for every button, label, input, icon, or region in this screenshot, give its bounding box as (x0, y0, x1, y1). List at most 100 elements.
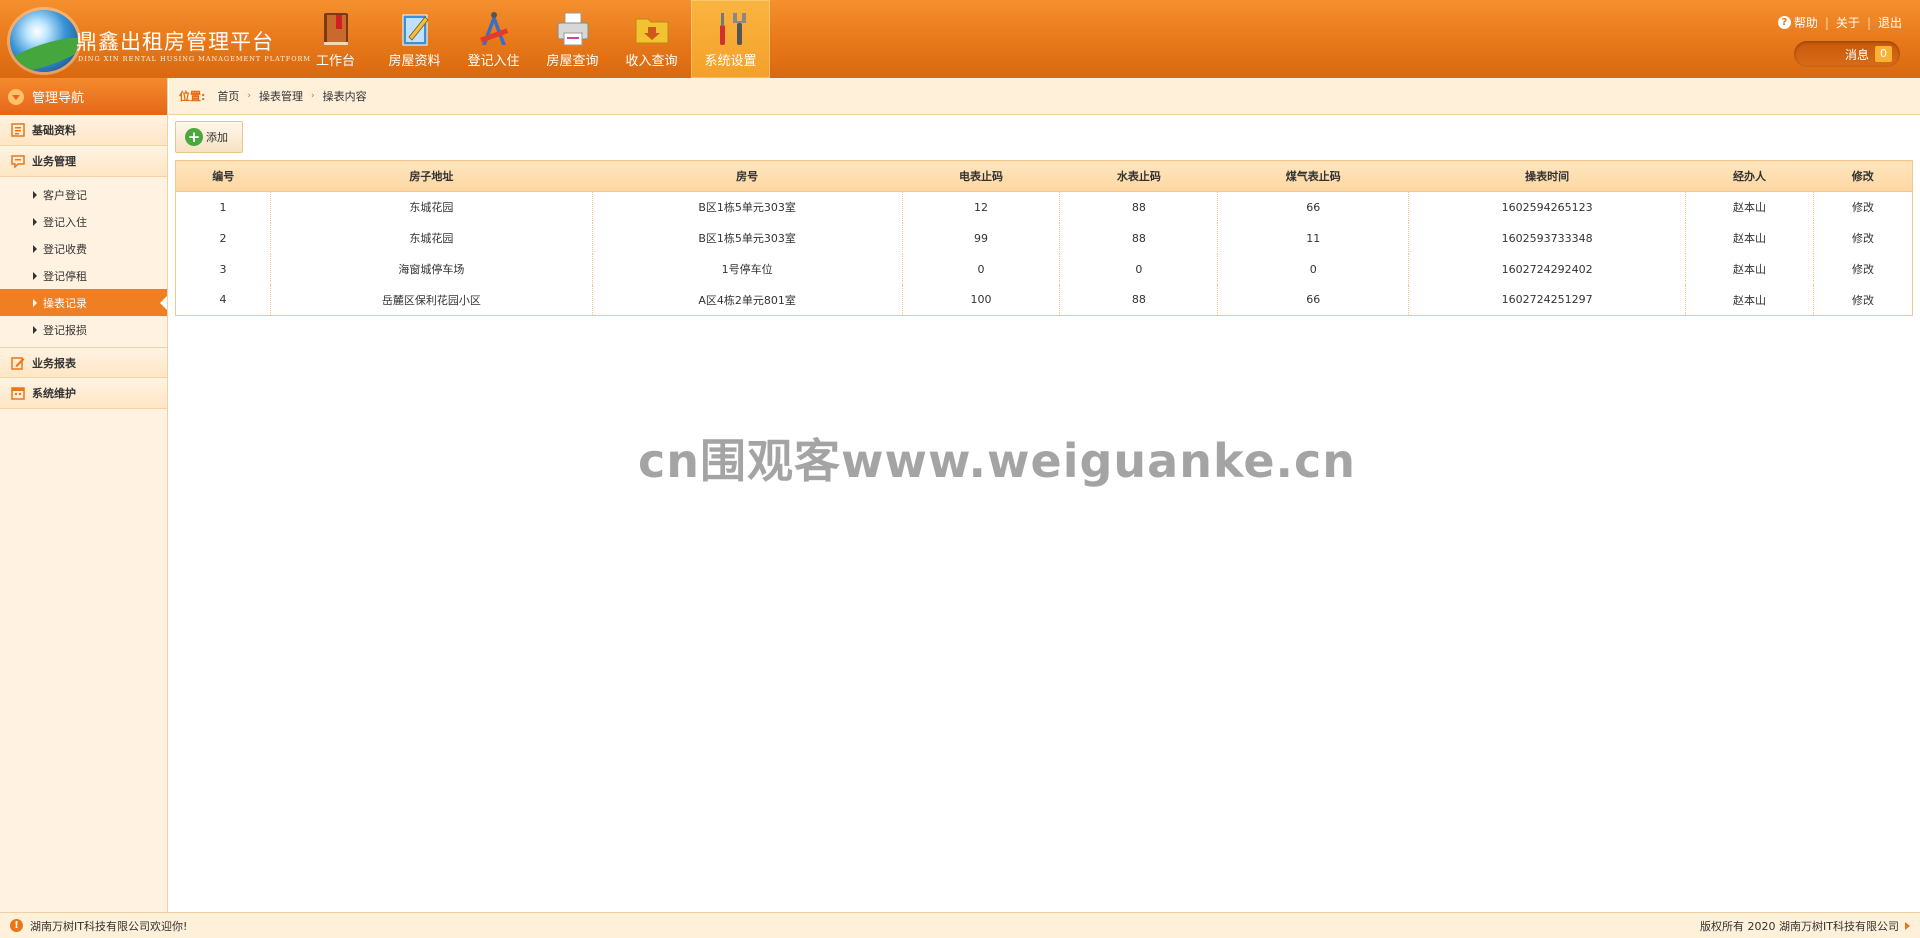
cell-water: 88 (1059, 284, 1219, 316)
status-footer: ! 湖南万树IT科技有限公司欢迎你! 版权所有 2020 湖南万树IT科技有限公… (0, 912, 1920, 938)
cell-room: B区1栋5单元303室 (592, 191, 903, 223)
column-header: 水表止码 (1059, 160, 1218, 192)
cell-operator: 赵本山 (1685, 191, 1814, 223)
table-row: 4 岳麓区保利花园小区 A区4栋2单元801室 100 88 66 160272… (175, 284, 1913, 316)
cell-operator: 赵本山 (1685, 284, 1814, 316)
cell-address: 东城花园 (270, 191, 593, 223)
app-subtitle: DING XIN RENTAL HUSING MANAGEMENT PLATFO… (78, 55, 312, 63)
sidebar-item-damage-report[interactable]: 登记报损 (0, 316, 167, 343)
topnav-label: 收入查询 (625, 54, 678, 69)
cell-room: B区1栋5单元303室 (592, 222, 903, 254)
sidebar-group-label: 业务管理 (32, 155, 76, 168)
sidebar-group-label: 基础资料 (32, 124, 76, 137)
breadcrumb-label: 位置: (179, 90, 206, 103)
cell-gas: 11 (1217, 222, 1410, 254)
breadcrumb: 位置: 首页 › 操表管理 › 操表内容 (169, 78, 1920, 115)
sidebar-group-business[interactable]: 业务管理 (0, 146, 167, 177)
edit-link[interactable]: 修改 (1852, 232, 1874, 245)
sidebar-header[interactable]: 管理导航 (0, 78, 167, 115)
copyright-text: 版权所有 2020 湖南万树IT科技有限公司 (1700, 919, 1899, 933)
cell-electric: 12 (902, 191, 1061, 223)
cell-electric: 99 (902, 222, 1061, 254)
cell-time: 1602724292402 (1408, 253, 1687, 285)
edit-icon (11, 356, 25, 370)
sidebar-group-label: 业务报表 (32, 356, 76, 370)
cell-operator: 赵本山 (1685, 253, 1814, 285)
sidebar-item-stop-rent[interactable]: 登记停租 (0, 262, 167, 289)
topnav-income-query[interactable]: 收入查询 (612, 0, 691, 78)
cell-id: 2 (175, 222, 271, 254)
sidebar-item-label: 登记收费 (43, 242, 87, 256)
sidebar-submenu: 客户登记 登记入住 登记收费 登记停租 操表记录 登记报损 (0, 177, 167, 347)
list-icon (11, 123, 25, 137)
breadcrumb-home[interactable]: 首页 (217, 88, 239, 104)
sidebar-item-label: 客户登记 (43, 188, 87, 202)
help-link[interactable]: 帮助 (1794, 14, 1818, 31)
message-label: 消息 (1844, 47, 1869, 62)
add-button[interactable]: + 添加 (175, 121, 243, 153)
edit-link[interactable]: 修改 (1852, 201, 1874, 214)
sidebar-item-customer-register[interactable]: 客户登记 (0, 181, 167, 208)
column-header: 编号 (175, 160, 271, 192)
plus-icon: + (185, 128, 203, 146)
cell-id: 3 (175, 253, 271, 285)
edit-link[interactable]: 修改 (1852, 263, 1874, 276)
column-header: 操表时间 (1408, 160, 1686, 192)
sidebar-group-reports[interactable]: 业务报表 (0, 347, 167, 378)
drafting-tools-icon (479, 12, 508, 45)
cell-operator: 赵本山 (1685, 222, 1814, 254)
logout-link[interactable]: 退出 (1878, 14, 1902, 31)
topnav-checkin[interactable]: 登记入住 (454, 0, 533, 78)
breadcrumb-separator: › (311, 91, 315, 101)
about-link[interactable]: 关于 (1836, 14, 1860, 31)
table-row: 2 东城花园 B区1栋5单元303室 99 88 11 160259373334… (175, 222, 1913, 254)
sidebar-group-basic-info[interactable]: 基础资料 (0, 115, 167, 146)
top-nav: 工作台 房屋资料 登记入住 房屋查询 收入查询 系统设置 (296, 0, 770, 78)
topnav-workbench[interactable]: 工作台 (296, 0, 375, 78)
app-logo: 鼎鑫出租房管理平台 DING XIN RENTAL HUSING MANAGEM… (6, 6, 310, 72)
sidebar-item-label: 登记停租 (43, 269, 87, 283)
toolbar: + 添加 (175, 121, 243, 153)
cell-edit: 修改 (1813, 223, 1912, 254)
column-header: 经办人 (1685, 160, 1814, 192)
cell-id: 4 (175, 284, 271, 316)
cell-water: 88 (1059, 191, 1219, 223)
cell-address: 海窗城停车场 (270, 253, 593, 285)
sidebar-item-meter-records[interactable]: 操表记录 (0, 289, 167, 316)
sidebar-group-maintenance[interactable]: 系统维护 (0, 378, 167, 409)
sidebar-item-fee[interactable]: 登记收费 (0, 235, 167, 262)
cell-water: 0 (1059, 253, 1219, 285)
app-title: 鼎鑫出租房管理平台 (76, 30, 274, 54)
watermark-text: cn围观客www.weiguanke.cn (638, 434, 1357, 488)
topnav-label: 登记入住 (467, 54, 520, 69)
sidebar: 管理导航 基础资料 业务管理 客户登记 登记入住 登记收费 登记停租 操表记录 … (0, 78, 168, 912)
top-links: ? 帮助 | 关于 | 退出 (1777, 14, 1902, 31)
breadcrumb-meter-management[interactable]: 操表管理 (259, 88, 303, 104)
topnav-label: 工作台 (315, 54, 355, 69)
sidebar-item-label: 操表记录 (43, 296, 87, 310)
breadcrumb-current: 操表内容 (322, 90, 367, 103)
message-box[interactable]: 消息 0 (1794, 41, 1900, 67)
help-icon: ? (1777, 16, 1791, 29)
cell-room: A区4栋2单元801室 (592, 284, 903, 316)
notepad-icon (402, 14, 429, 46)
globe-logo-icon (10, 10, 78, 72)
table-header-row: 编号 房子地址 房号 电表止码 水表止码 煤气表止码 操表时间 经办人 修改 (175, 160, 1913, 192)
edit-link[interactable]: 修改 (1852, 294, 1874, 307)
topnav-label: 系统设置 (704, 54, 757, 69)
chat-icon (11, 155, 25, 168)
cell-time: 1602594265123 (1408, 191, 1687, 223)
table-row: 1 东城花园 B区1栋5单元303室 12 88 66 160259426512… (175, 191, 1913, 223)
book-icon (323, 13, 348, 45)
cell-water: 88 (1059, 222, 1219, 254)
welcome-text: 湖南万树IT科技有限公司欢迎你! (30, 919, 188, 933)
topnav-system-settings[interactable]: 系统设置 (691, 0, 770, 78)
sidebar-title: 管理导航 (32, 91, 85, 106)
topnav-house-query[interactable]: 房屋查询 (533, 0, 612, 78)
tools-icon (719, 13, 746, 45)
folder-download-icon (635, 18, 668, 44)
topnav-house-info[interactable]: 房屋资料 (375, 0, 454, 78)
sidebar-item-label: 登记入住 (43, 215, 87, 229)
cell-address: 东城花园 (270, 222, 593, 254)
sidebar-item-checkin[interactable]: 登记入住 (0, 208, 167, 235)
